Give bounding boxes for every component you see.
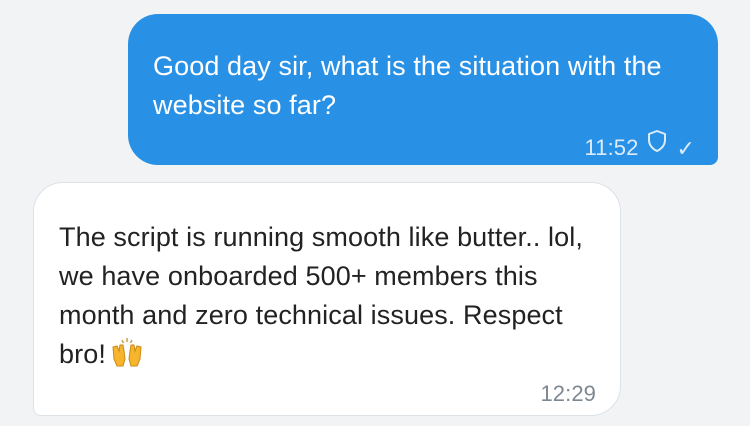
message-meta: 11:52 ✓	[584, 130, 695, 161]
shield-icon	[646, 129, 668, 153]
message-text: The script is running smooth like butter…	[59, 218, 594, 374]
message-time: 11:52	[584, 135, 639, 160]
message-time: 12:29	[540, 381, 596, 406]
outgoing-message-bubble[interactable]: Good day sir, what is the situation with…	[128, 14, 718, 165]
incoming-message-bubble[interactable]: The script is running smooth like butter…	[33, 182, 621, 416]
checkmark-icon: ✓	[676, 136, 695, 161]
raising-hands-emoji-icon	[110, 337, 144, 369]
message-text: Good day sir, what is the situation with…	[153, 51, 662, 120]
chat-thread: Good day sir, what is the situation with…	[0, 0, 750, 426]
